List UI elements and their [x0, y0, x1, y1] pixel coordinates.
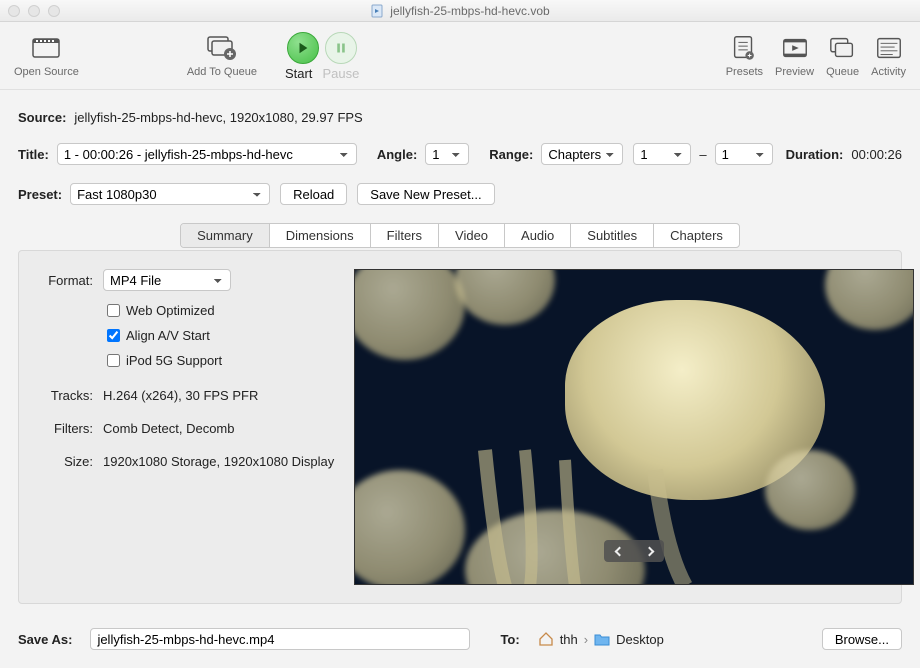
range-label: Range:: [489, 147, 533, 162]
size-value: 1920x1080 Storage, 1920x1080 Display: [103, 454, 334, 469]
align-av-row: Align A/V Start: [103, 326, 334, 345]
activity-button[interactable]: Activity: [871, 32, 906, 78]
tab-dimensions[interactable]: Dimensions: [270, 224, 371, 247]
tab-chapters[interactable]: Chapters: [654, 224, 739, 247]
pause-icon: [335, 42, 347, 54]
tab-filters[interactable]: Filters: [371, 224, 439, 247]
size-label: Size:: [37, 454, 93, 469]
save-as-label: Save As:: [18, 632, 72, 647]
duration-label: Duration:: [786, 147, 844, 162]
preset-label: Preset:: [18, 187, 62, 202]
open-source-icon: [30, 32, 62, 64]
source-value: jellyfish-25-mbps-hd-hevc, 1920x1080, 29…: [74, 110, 362, 125]
window-title-text: jellyfish-25-mbps-hd-hevc.vob: [390, 4, 549, 18]
source-row: Source: jellyfish-25-mbps-hd-hevc, 1920x…: [18, 110, 902, 125]
preview-nav: [604, 540, 664, 562]
web-optimized-row: Web Optimized: [103, 301, 334, 320]
minimize-window-button[interactable]: [28, 5, 40, 17]
tracks-value: H.264 (x264), 30 FPS PFR: [103, 388, 258, 403]
angle-label: Angle:: [377, 147, 417, 162]
window-title: jellyfish-25-mbps-hd-hevc.vob: [0, 4, 920, 18]
range-from-select[interactable]: 1: [633, 143, 691, 165]
ipod-label: iPod 5G Support: [126, 353, 222, 368]
open-source-button[interactable]: Open Source: [14, 32, 79, 81]
preset-select[interactable]: Fast 1080p30: [70, 183, 270, 205]
summary-left: Format: MP4 File Web Optimized Align A/V…: [37, 269, 334, 585]
pause-label: Pause: [322, 66, 359, 81]
file-icon: [370, 4, 384, 18]
angle-select[interactable]: 1: [425, 143, 469, 165]
save-new-preset-button[interactable]: Save New Preset...: [357, 183, 494, 205]
titlebar: jellyfish-25-mbps-hd-hevc.vob: [0, 0, 920, 22]
content: Source: jellyfish-25-mbps-hd-hevc, 1920x…: [0, 90, 920, 604]
close-window-button[interactable]: [8, 5, 20, 17]
presets-button[interactable]: Presets: [726, 32, 763, 78]
range-to-select[interactable]: 1: [715, 143, 773, 165]
filters-label: Filters:: [37, 421, 93, 436]
reload-button[interactable]: Reload: [280, 183, 347, 205]
path-sep: ›: [584, 632, 588, 647]
duration-value: 00:00:26: [851, 147, 902, 162]
preview-image: [354, 269, 914, 585]
preview-next-button[interactable]: [634, 540, 664, 562]
range-sep: –: [699, 147, 706, 162]
preview-button[interactable]: Preview: [775, 32, 814, 78]
preview-overlay: [355, 270, 914, 585]
web-optimized-checkbox[interactable]: [107, 304, 120, 317]
zoom-window-button[interactable]: [48, 5, 60, 17]
title-label: Title:: [18, 147, 49, 162]
save-as-input[interactable]: [90, 628, 470, 650]
title-select[interactable]: 1 - 00:00:26 - jellyfish-25-mbps-hd-hevc: [57, 143, 357, 165]
align-av-label: Align A/V Start: [126, 328, 210, 343]
chevron-left-icon: [614, 546, 624, 556]
preview-icon: [779, 32, 811, 64]
activity-icon: [873, 32, 905, 64]
source-label: Source:: [18, 110, 66, 125]
add-to-queue-icon: [206, 32, 238, 64]
start-pause-group: Start Pause: [285, 32, 359, 81]
home-icon: [538, 632, 554, 646]
chevron-right-icon: [644, 546, 654, 556]
tracks-label: Tracks:: [37, 388, 93, 403]
ipod-checkbox[interactable]: [107, 354, 120, 367]
filters-value: Comb Detect, Decomb: [103, 421, 235, 436]
play-icon: [296, 41, 310, 55]
destination-path[interactable]: thh › Desktop: [538, 632, 664, 647]
range-type-select[interactable]: Chapters: [541, 143, 623, 165]
start-button[interactable]: [287, 32, 319, 64]
to-label: To:: [500, 632, 519, 647]
presets-icon: [728, 32, 760, 64]
tab-video[interactable]: Video: [439, 224, 505, 247]
toolbar: Open Source Add To Queue Start Pause: [0, 22, 920, 90]
save-row: Save As: To: thh › Desktop Browse...: [0, 604, 920, 668]
web-optimized-label: Web Optimized: [126, 303, 215, 318]
path-folder: Desktop: [616, 632, 664, 647]
window-controls: [8, 5, 60, 17]
format-label: Format:: [37, 273, 93, 288]
preset-row: Preset: Fast 1080p30 Reload Save New Pre…: [18, 183, 902, 205]
tab-audio[interactable]: Audio: [505, 224, 571, 247]
tab-summary[interactable]: Summary: [181, 224, 270, 247]
preview-prev-button[interactable]: [604, 540, 634, 562]
align-av-checkbox[interactable]: [107, 329, 120, 342]
pause-button[interactable]: [325, 32, 357, 64]
format-select[interactable]: MP4 File: [103, 269, 231, 291]
browse-button[interactable]: Browse...: [822, 628, 902, 650]
start-label: Start: [285, 66, 312, 81]
ipod-row: iPod 5G Support: [103, 351, 334, 370]
tab-subtitles[interactable]: Subtitles: [571, 224, 654, 247]
tabs: Summary Dimensions Filters Video Audio S…: [18, 223, 902, 248]
queue-icon: [827, 32, 859, 64]
add-to-queue-button[interactable]: Add To Queue: [187, 32, 257, 81]
folder-icon: [594, 632, 610, 646]
summary-right: [354, 269, 914, 585]
summary-panel: Format: MP4 File Web Optimized Align A/V…: [18, 250, 902, 604]
queue-button[interactable]: Queue: [826, 32, 859, 78]
path-user: thh: [560, 632, 578, 647]
title-row: Title: 1 - 00:00:26 - jellyfish-25-mbps-…: [18, 143, 902, 165]
